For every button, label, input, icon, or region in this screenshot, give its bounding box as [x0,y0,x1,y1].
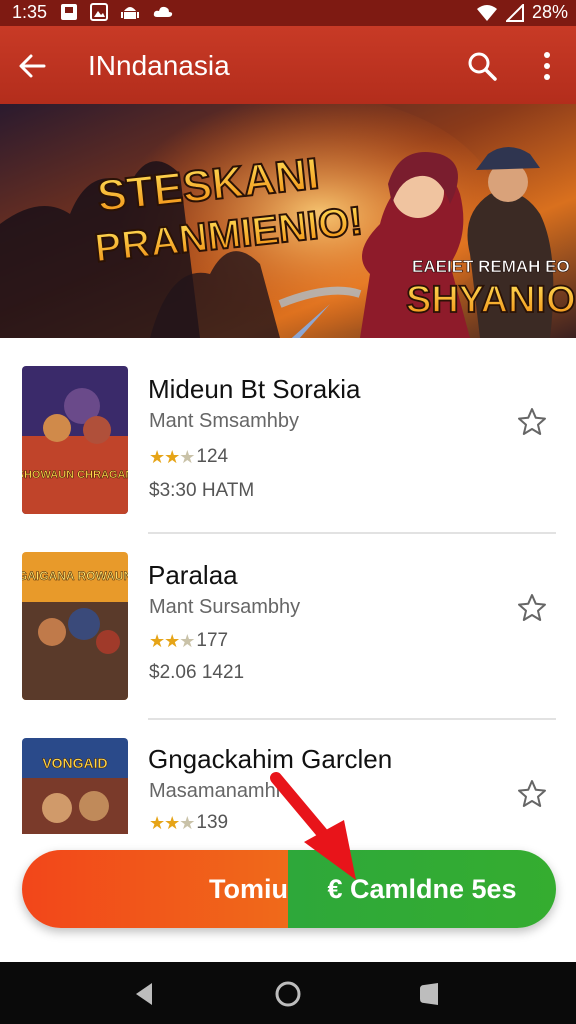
game-title: Mideun Bt Sorakia [148,374,361,404]
game-rating: ★★★ 139 [149,812,228,834]
app-bar: INndanasia [0,26,576,104]
game-meta: $2.06 1421 [149,662,245,683]
rating-stars: ★★★ [149,446,195,467]
battery-percent: 28% [531,2,568,22]
star-outline-icon[interactable] [516,592,548,624]
back-arrow-icon[interactable] [16,50,48,82]
star-outline-icon[interactable] [516,406,548,438]
game-rating: ★★★ 124 [149,446,228,468]
rating-count: 177 [196,630,229,651]
pointer-arrow-icon [270,772,356,880]
signal-icon [505,3,524,22]
list-item[interactable]: SHOWAUN CHRAGAN Mideun Bt Sorakia Mant S… [0,338,576,524]
page-title: INndanasia [88,50,230,81]
game-developer: Mant Sursambhy [149,596,301,618]
rating-count: 139 [196,812,229,833]
nav-back-icon[interactable] [130,979,160,1009]
cta-left-button[interactable]: Tomiu [22,850,288,928]
star-outline-icon[interactable] [516,778,548,810]
android-icon [121,7,139,19]
notification-icon [61,4,77,20]
image-notification-icon [90,3,108,21]
banner-tagline: EAEIET REMAH EO [412,257,570,276]
promo-banner[interactable]: STESKANI PRANMIENIO! EAEIET REMAH EO SHY… [0,104,576,338]
cloud-icon [153,6,173,17]
game-thumbnail[interactable]: SHOWAUN CHRAGAN [22,366,128,514]
game-developer: Mant Smsamhby [149,410,300,432]
nav-home-icon[interactable] [273,979,303,1009]
thumbnail-text: GAIGANA ROWAUN [22,569,128,583]
search-icon[interactable] [466,50,498,82]
thumbnail-text: VONGAID [42,755,107,771]
nav-recents-icon[interactable] [416,979,446,1009]
thumbnail-text: SHOWAUN CHRAGAN [22,469,128,481]
banner-sub-headline: SHYANIO! [406,279,576,321]
status-time: 1:35 [12,2,48,22]
wifi-icon [476,4,497,21]
list-item[interactable]: GAIGANA ROWAUN Paralaa Mant Sursambhy ★★… [0,534,576,720]
more-vert-icon[interactable] [536,50,558,82]
rating-stars: ★★★ [149,812,195,833]
game-title: Paralaa [148,560,238,590]
game-thumbnail[interactable]: GAIGANA ROWAUN [22,552,128,700]
status-bar: 1:35 28% [0,0,576,26]
game-thumbnail[interactable]: VONGAID [22,738,128,834]
game-rating: ★★★ 177 [149,630,228,652]
rating-stars: ★★★ [149,630,195,651]
system-nav-bar [0,962,576,1024]
game-developer: Masamanamhr [149,780,283,802]
game-meta: $3:30 HATM [149,480,255,501]
rating-count: 124 [196,446,229,467]
